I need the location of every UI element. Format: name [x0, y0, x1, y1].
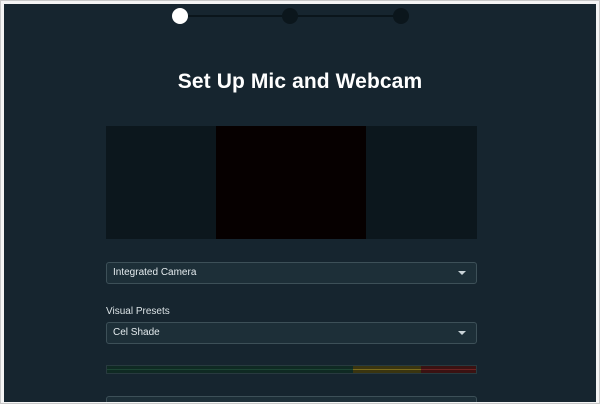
webcam-preview: [106, 126, 477, 239]
visual-presets-label: Visual Presets: [106, 306, 170, 317]
step-1-indicator[interactable]: [172, 8, 188, 24]
visual-presets-select[interactable]: Cel Shade: [106, 322, 477, 344]
camera-select[interactable]: Integrated Camera: [106, 262, 477, 284]
wizard-stepper: [4, 4, 596, 34]
meter-mark-red: [421, 369, 476, 370]
step-2-indicator[interactable]: [282, 8, 298, 24]
microphone-select[interactable]: [106, 396, 477, 402]
meter-mark-yellow: [353, 369, 421, 370]
step-3-indicator[interactable]: [393, 8, 409, 24]
step-connector-1: [188, 15, 282, 17]
meter-mark-green: [107, 369, 353, 370]
webcam-feed: [216, 126, 366, 239]
step-connector-2: [298, 15, 394, 17]
chevron-down-icon: [458, 271, 466, 275]
camera-select-value: Integrated Camera: [113, 267, 197, 278]
page-title: Set Up Mic and Webcam: [177, 70, 423, 93]
setup-panel: Set Up Mic and Webcam Integrated Camera …: [4, 4, 596, 402]
visual-presets-select-value: Cel Shade: [113, 327, 160, 338]
window-frame: Set Up Mic and Webcam Integrated Camera …: [0, 0, 600, 404]
mic-level-meter: [106, 365, 477, 374]
chevron-down-icon: [458, 331, 466, 335]
